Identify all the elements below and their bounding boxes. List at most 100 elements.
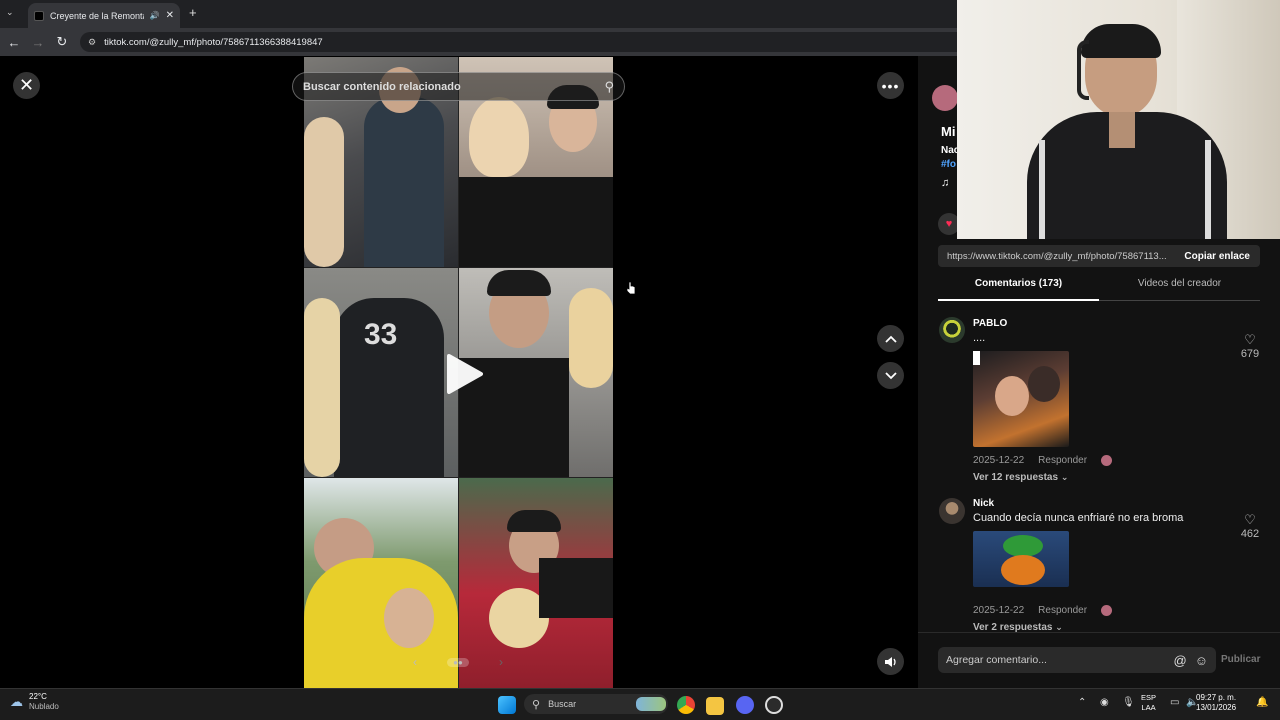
share-link-row: https://www.tiktok.com/@zully_mf/photo/7… xyxy=(938,245,1260,267)
tray-overflow-icon[interactable]: ⌃ xyxy=(1078,697,1086,708)
keyboard-layout: LAA xyxy=(1141,703,1156,712)
like-count: 679 xyxy=(1240,348,1260,360)
comment-author[interactable]: PABLO xyxy=(973,318,1007,329)
volume-button[interactable] xyxy=(877,648,904,675)
comment-image[interactable] xyxy=(973,531,1069,587)
cloud-icon: ☁ xyxy=(10,694,23,709)
microphone-icon[interactable]: 🎙 xyxy=(1122,697,1135,708)
webcam-overlay xyxy=(957,0,1280,239)
music-icon[interactable]: ♫ xyxy=(941,177,949,189)
forward-button[interactable]: → xyxy=(28,32,48,52)
carousel-next-icon[interactable]: › xyxy=(499,655,503,669)
mention-icon[interactable]: @ xyxy=(1174,653,1187,668)
heart-outline-icon: ♡ xyxy=(1244,332,1256,347)
weather-widget[interactable]: ☁ 22°C Nublado xyxy=(10,692,59,712)
previous-post-button[interactable] xyxy=(877,325,904,352)
photo-cell: 33 xyxy=(304,268,458,477)
creator-liked-avatar xyxy=(1101,605,1113,616)
next-post-button[interactable] xyxy=(877,362,904,389)
clock-date: 13/01/2026 xyxy=(1196,703,1237,712)
language-code: ESP xyxy=(1141,693,1157,702)
share-url[interactable]: https://www.tiktok.com/@zully_mf/photo/7… xyxy=(938,251,1174,262)
comment-text: .... xyxy=(973,332,986,344)
display-icon[interactable]: ▭ xyxy=(1170,697,1179,708)
weather-desc: Nublado xyxy=(29,702,59,711)
comment-placeholder: Agregar comentario... xyxy=(946,654,1047,666)
comment-like[interactable]: ♡ 462 xyxy=(1238,512,1262,540)
tiktok-favicon-icon xyxy=(34,10,44,21)
view-replies-label: Ver 2 respuestas xyxy=(973,622,1053,632)
author-name[interactable]: Mi xyxy=(941,124,955,139)
close-tab-icon[interactable]: ✕ xyxy=(166,10,174,21)
tab-comments[interactable]: Comentarios (173) xyxy=(938,278,1099,301)
notification-icon[interactable]: 🔔 xyxy=(1256,697,1268,708)
discord-icon[interactable] xyxy=(736,696,754,714)
related-search-input[interactable]: Buscar contenido relacionado ⚲ xyxy=(292,72,625,101)
avatar[interactable] xyxy=(939,317,965,343)
panel-tabs: Comentarios (173) Videos del creador xyxy=(938,278,1260,301)
chevron-down-icon xyxy=(884,371,897,379)
search-icon[interactable]: ⚲ xyxy=(604,79,614,95)
windows-start-icon[interactable] xyxy=(498,696,516,714)
comment-text: Cuando decía nunca enfriaré no era broma xyxy=(973,512,1184,524)
address-bar[interactable]: ⚙ tiktok.com/@zully_mf/photo/75867113663… xyxy=(80,32,970,52)
reload-button[interactable]: ↻ xyxy=(52,32,72,52)
comment-input[interactable]: Agregar comentario... @ ☺ xyxy=(938,647,1216,673)
obs-icon[interactable] xyxy=(765,696,783,714)
chrome-icon[interactable] xyxy=(677,696,695,714)
more-options-button[interactable]: ••• xyxy=(877,72,904,99)
browser-tab[interactable]: Creyente de la Remontada 🔊 ✕ xyxy=(28,3,180,28)
view-replies-label: Ver 12 respuestas xyxy=(973,472,1059,483)
author-avatar[interactable] xyxy=(932,85,958,111)
taskbar-search-label: Buscar xyxy=(548,699,577,709)
reply-button[interactable]: Responder xyxy=(1038,455,1087,466)
taskbar-search[interactable]: ⚲ Buscar xyxy=(524,694,668,714)
view-replies-button[interactable]: Ver 2 respuestas ⌄ xyxy=(973,622,1063,632)
creator-liked-avatar xyxy=(1101,455,1113,466)
chevron-up-icon xyxy=(884,335,897,343)
carousel-nav: ‹ ●● › xyxy=(413,654,503,670)
emoji-icon[interactable]: ☺ xyxy=(1195,653,1208,668)
like-count: 462 xyxy=(1240,528,1260,540)
search-icon: ⚲ xyxy=(532,698,541,711)
heart-outline-icon: ♡ xyxy=(1244,512,1256,527)
heart-icon: ♥ xyxy=(945,218,953,230)
search-highlight-icon xyxy=(636,697,666,711)
copy-link-button[interactable]: Copiar enlace xyxy=(1174,251,1260,262)
comment-meta: 2025-12-22 Responder xyxy=(973,605,1113,616)
hand-cursor-icon xyxy=(626,281,636,295)
chevron-down-icon: ⌄ xyxy=(1060,472,1069,482)
play-icon[interactable] xyxy=(441,352,485,396)
comment-like[interactable]: ♡ 679 xyxy=(1238,332,1262,360)
comment-date: 2025-12-22 xyxy=(973,605,1025,616)
reply-button[interactable]: Responder xyxy=(1038,605,1087,616)
close-viewer-button[interactable]: ✕ xyxy=(13,72,40,99)
comment-meta: 2025-12-22 Responder xyxy=(973,455,1113,466)
comment-date: 2025-12-22 xyxy=(973,455,1025,466)
speaker-icon xyxy=(884,656,896,667)
clock[interactable]: 09:27 p. m. 13/01/2026 xyxy=(1196,693,1236,713)
clock-time: 09:27 p. m. xyxy=(1196,693,1237,702)
search-placeholder: Buscar contenido relacionado xyxy=(303,80,461,93)
view-replies-button[interactable]: Ver 12 respuestas ⌄ xyxy=(973,472,1068,483)
comment-author[interactable]: Nick xyxy=(973,498,994,509)
hashtag-link[interactable]: #fo xyxy=(941,159,956,170)
carousel-prev-icon[interactable]: ‹ xyxy=(413,655,417,669)
tab-creator-videos[interactable]: Videos del creador xyxy=(1099,278,1260,301)
chevron-down-icon: ⌄ xyxy=(1055,622,1063,632)
url-text: tiktok.com/@zully_mf/photo/7586711366388… xyxy=(104,36,323,48)
tab-list-button[interactable]: ⌄ xyxy=(6,7,20,21)
weather-temp: 22°C xyxy=(29,692,47,701)
avatar[interactable] xyxy=(939,498,965,524)
new-tab-button[interactable]: + xyxy=(189,5,197,20)
network-icon[interactable]: ◉ xyxy=(1100,697,1109,708)
carousel-dots: ●● xyxy=(447,657,469,667)
speaker-icon[interactable]: 🔊 xyxy=(150,11,160,20)
comment-image[interactable] xyxy=(973,351,1069,447)
site-info-icon[interactable]: ⚙ xyxy=(88,37,96,48)
tab-title: Creyente de la Remontada xyxy=(50,10,144,21)
language-indicator[interactable]: ESP LAA xyxy=(1141,693,1156,713)
publish-button[interactable]: Publicar xyxy=(1221,654,1260,665)
file-explorer-icon[interactable] xyxy=(706,697,724,715)
back-button[interactable]: ← xyxy=(4,32,24,52)
